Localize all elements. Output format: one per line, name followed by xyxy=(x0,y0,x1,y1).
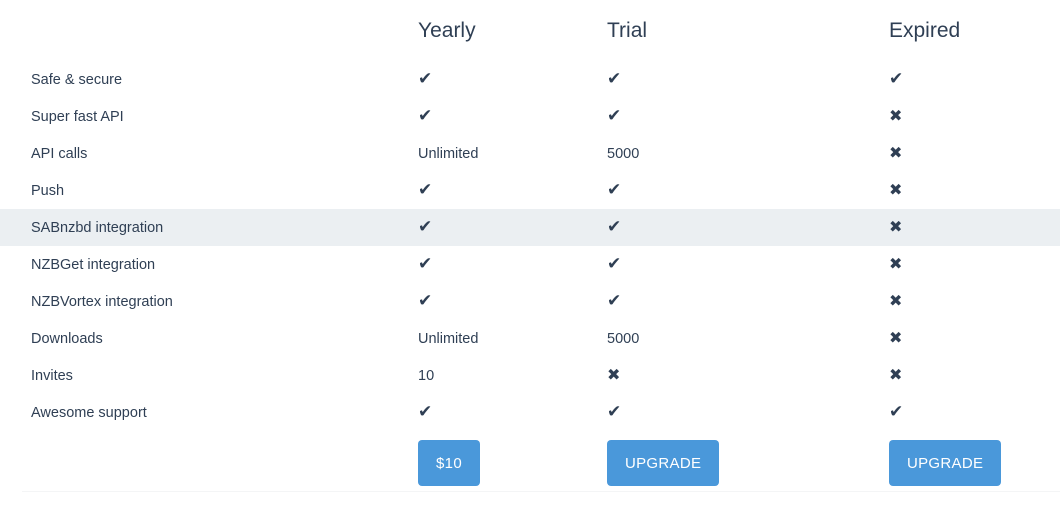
check-icon: ✔ xyxy=(889,68,904,88)
feature-label: NZBVortex integration xyxy=(31,293,173,310)
table-row: Push ✔ ✔ ✖ xyxy=(0,172,1060,209)
feature-check-cell-yearly: ✔ xyxy=(418,209,607,246)
cross-icon: ✖ xyxy=(889,329,903,347)
table-row: Safe & secure ✔ ✔ ✔ xyxy=(0,61,1060,98)
feature-check-cell-yearly: ✔ xyxy=(418,61,607,98)
table-header: Yearly Trial Expired xyxy=(0,0,1060,61)
feature-label: Push xyxy=(31,182,65,199)
feature-label: Downloads xyxy=(31,330,103,347)
feature-cross-cell-expired: ✖ xyxy=(889,357,1060,394)
check-icon: ✔ xyxy=(607,216,622,236)
feature-value-cell-yearly: 10 xyxy=(418,357,607,394)
feature-check-cell-yearly: ✔ xyxy=(418,394,607,431)
table-footer: $10 UPGRADE UPGRADE xyxy=(0,431,1060,494)
feature-cross-cell-trial: ✖ xyxy=(607,357,889,394)
feature-value-cell-yearly: Unlimited xyxy=(418,135,607,172)
check-icon: ✔ xyxy=(418,253,433,273)
panel-bottom-divider xyxy=(22,491,1060,492)
feature-check-cell-yearly: ✔ xyxy=(418,246,607,283)
check-icon: ✔ xyxy=(607,290,622,310)
plan-header-trial: Trial xyxy=(607,18,648,42)
plan-comparison-table: Yearly Trial Expired Safe & secure ✔ ✔ ✔ Sup… xyxy=(0,0,1060,494)
feature-label: API calls xyxy=(31,145,88,162)
cross-icon: ✖ xyxy=(889,181,903,199)
feature-cross-cell-expired: ✖ xyxy=(889,172,1060,209)
table-row: SABnzbd integration ✔ ✔ ✖ xyxy=(0,209,1060,246)
feature-column-header xyxy=(0,0,418,61)
feature-label: Safe & secure xyxy=(31,71,123,88)
plan-cta-button-yearly[interactable]: $10 xyxy=(418,439,480,486)
table-row: NZBVortex integration ✔ ✔ ✖ xyxy=(0,283,1060,320)
feature-value: 5000 xyxy=(607,330,640,347)
feature-label: Awesome support xyxy=(31,404,147,421)
check-icon: ✔ xyxy=(607,68,622,88)
check-icon: ✔ xyxy=(607,105,622,125)
cross-icon: ✖ xyxy=(889,107,903,125)
check-icon: ✔ xyxy=(418,68,433,88)
feature-value: Unlimited xyxy=(418,330,479,347)
check-icon: ✔ xyxy=(607,253,622,273)
cta-row-spacer xyxy=(0,431,418,494)
cross-icon: ✖ xyxy=(607,366,621,384)
feature-check-cell-trial: ✔ xyxy=(607,61,889,98)
cross-icon: ✖ xyxy=(889,218,903,236)
check-icon: ✔ xyxy=(607,179,622,199)
feature-check-cell-expired: ✔ xyxy=(889,61,1060,98)
feature-value-cell-trial: 5000 xyxy=(607,320,889,357)
feature-check-cell-yearly: ✔ xyxy=(418,98,607,135)
check-icon: ✔ xyxy=(889,401,904,421)
cross-icon: ✖ xyxy=(889,366,903,384)
feature-cross-cell-expired: ✖ xyxy=(889,209,1060,246)
feature-check-cell-expired: ✔ xyxy=(889,394,1060,431)
table-body: Safe & secure ✔ ✔ ✔ Super fast API ✔ ✔ ✖ API cal… xyxy=(0,61,1060,431)
check-icon: ✔ xyxy=(418,290,433,310)
feature-value-cell-yearly: Unlimited xyxy=(418,320,607,357)
header-row: Yearly Trial Expired xyxy=(0,0,1060,61)
plan-cta-button-trial[interactable]: UPGRADE xyxy=(607,439,720,486)
table-row: API calls Unlimited 5000 ✖ xyxy=(0,135,1060,172)
check-icon: ✔ xyxy=(607,401,622,421)
feature-check-cell-trial: ✔ xyxy=(607,283,889,320)
cross-icon: ✖ xyxy=(889,144,903,162)
feature-cross-cell-expired: ✖ xyxy=(889,283,1060,320)
feature-value-cell-trial: 5000 xyxy=(607,135,889,172)
check-icon: ✔ xyxy=(418,105,433,125)
check-icon: ✔ xyxy=(418,401,433,421)
check-icon: ✔ xyxy=(418,216,433,236)
cross-icon: ✖ xyxy=(889,255,903,273)
feature-label: NZBGet integration xyxy=(31,256,156,273)
table-row: Awesome support ✔ ✔ ✔ xyxy=(0,394,1060,431)
cta-row: $10 UPGRADE UPGRADE xyxy=(0,431,1060,494)
table-row: Invites 10 ✖ ✖ xyxy=(0,357,1060,394)
cta-cell-expired: UPGRADE xyxy=(889,431,1060,494)
table-row: Super fast API ✔ ✔ ✖ xyxy=(0,98,1060,135)
plan-cta-button-expired[interactable]: UPGRADE xyxy=(889,439,1002,486)
cta-cell-yearly: $10 xyxy=(418,431,607,494)
feature-value: 10 xyxy=(418,367,435,384)
feature-cross-cell-expired: ✖ xyxy=(889,246,1060,283)
plan-header-expired: Expired xyxy=(889,18,961,42)
feature-cross-cell-expired: ✖ xyxy=(889,135,1060,172)
feature-cross-cell-expired: ✖ xyxy=(889,98,1060,135)
table-row: NZBGet integration ✔ ✔ ✖ xyxy=(0,246,1060,283)
check-icon: ✔ xyxy=(418,179,433,199)
plan-header-yearly: Yearly xyxy=(418,18,476,42)
feature-label: SABnzbd integration xyxy=(0,209,418,246)
feature-check-cell-trial: ✔ xyxy=(607,394,889,431)
feature-value: Unlimited xyxy=(418,145,479,162)
feature-check-cell-yearly: ✔ xyxy=(418,283,607,320)
feature-check-cell-trial: ✔ xyxy=(607,209,889,246)
feature-check-cell-trial: ✔ xyxy=(607,98,889,135)
cta-cell-trial: UPGRADE xyxy=(607,431,889,494)
feature-check-cell-trial: ✔ xyxy=(607,246,889,283)
pricing-comparison-panel: Yearly Trial Expired Safe & secure ✔ ✔ ✔ Sup… xyxy=(0,0,1060,506)
feature-cross-cell-expired: ✖ xyxy=(889,320,1060,357)
feature-check-cell-yearly: ✔ xyxy=(418,172,607,209)
feature-check-cell-trial: ✔ xyxy=(607,172,889,209)
feature-value: 5000 xyxy=(607,145,640,162)
cross-icon: ✖ xyxy=(889,292,903,310)
feature-label: Invites xyxy=(31,367,73,384)
table-row: Downloads Unlimited 5000 ✖ xyxy=(0,320,1060,357)
feature-label: Super fast API xyxy=(31,108,124,125)
